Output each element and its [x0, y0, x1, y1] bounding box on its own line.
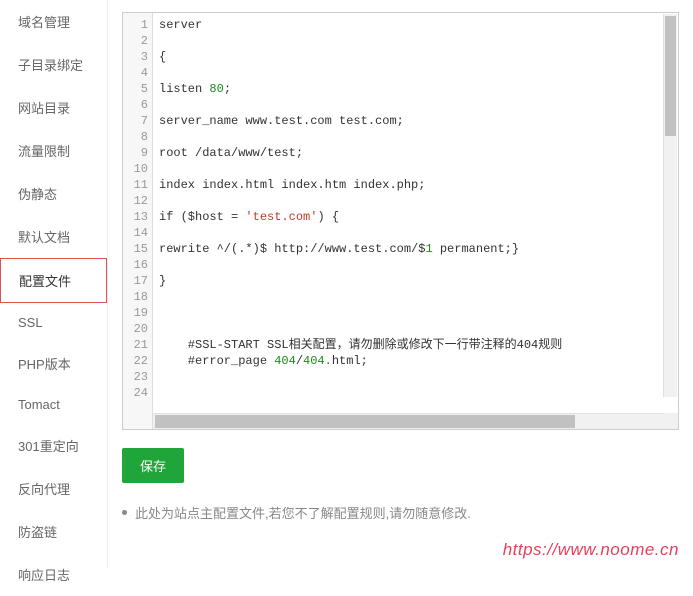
code-line: server — [159, 17, 672, 33]
code-line — [159, 369, 672, 385]
code-line — [159, 33, 672, 49]
code-line — [159, 257, 672, 273]
sidebar-item-10[interactable]: 301重定向 — [0, 424, 107, 467]
sidebar-item-2[interactable]: 网站目录 — [0, 86, 107, 129]
config-note: 此处为站点主配置文件,若您不了解配置规则,请勿随意修改. — [122, 503, 679, 522]
sidebar-item-0[interactable]: 域名管理 — [0, 0, 107, 43]
vertical-scrollbar-thumb[interactable] — [665, 16, 676, 136]
bullet-icon — [122, 510, 127, 515]
code-line — [159, 385, 672, 401]
save-button[interactable]: 保存 — [122, 448, 184, 483]
code-line — [159, 161, 672, 177]
code-line: server_name www.test.com test.com; — [159, 113, 672, 129]
code-line: { — [159, 49, 672, 65]
sidebar-item-6[interactable]: 配置文件 — [0, 258, 107, 303]
sidebar-item-13[interactable]: 响应日志 — [0, 553, 107, 596]
main-panel: 123456789101112131415161718192021222324 … — [108, 0, 693, 568]
code-line: if ($host = 'test.com') { — [159, 209, 672, 225]
vertical-scrollbar[interactable] — [663, 14, 677, 397]
watermark-text: https://www.noome.cn — [503, 540, 679, 560]
code-line — [159, 193, 672, 209]
sidebar-item-11[interactable]: 反向代理 — [0, 467, 107, 510]
line-gutter: 123456789101112131415161718192021222324 — [123, 13, 153, 413]
sidebar-item-7[interactable]: SSL — [0, 303, 107, 342]
code-line — [159, 305, 672, 321]
sidebar: 域名管理子目录绑定网站目录流量限制伪静态默认文档配置文件SSLPHP版本Toma… — [0, 0, 108, 568]
config-editor[interactable]: 123456789101112131415161718192021222324 … — [122, 12, 679, 430]
code-line — [159, 289, 672, 305]
sidebar-item-12[interactable]: 防盗链 — [0, 510, 107, 553]
note-text: 此处为站点主配置文件,若您不了解配置规则,请勿随意修改. — [135, 503, 471, 522]
code-line — [159, 97, 672, 113]
code-line — [159, 65, 672, 81]
sidebar-item-8[interactable]: PHP版本 — [0, 342, 107, 385]
code-line — [159, 225, 672, 241]
code-line: index index.html index.htm index.php; — [159, 177, 672, 193]
code-line: } — [159, 273, 672, 289]
code-line: #SSL-START SSL相关配置，请勿删除或修改下一行带注释的404规则 — [159, 337, 672, 353]
code-line: listen 80; — [159, 81, 672, 97]
sidebar-item-3[interactable]: 流量限制 — [0, 129, 107, 172]
code-line: root /data/www/test; — [159, 145, 672, 161]
sidebar-item-9[interactable]: Tomact — [0, 385, 107, 424]
horizontal-scrollbar-thumb[interactable] — [155, 415, 575, 428]
code-line: rewrite ^/(.*)$ http://www.test.com/$1 p… — [159, 241, 672, 257]
sidebar-item-4[interactable]: 伪静态 — [0, 172, 107, 215]
code-area[interactable]: server { listen 80; server_name www.test… — [153, 13, 678, 413]
sidebar-item-5[interactable]: 默认文档 — [0, 215, 107, 258]
sidebar-item-1[interactable]: 子目录绑定 — [0, 43, 107, 86]
code-line: #error_page 404/404.html; — [159, 353, 672, 369]
code-line — [159, 129, 672, 145]
horizontal-scrollbar[interactable] — [153, 413, 664, 429]
code-line — [159, 321, 672, 337]
